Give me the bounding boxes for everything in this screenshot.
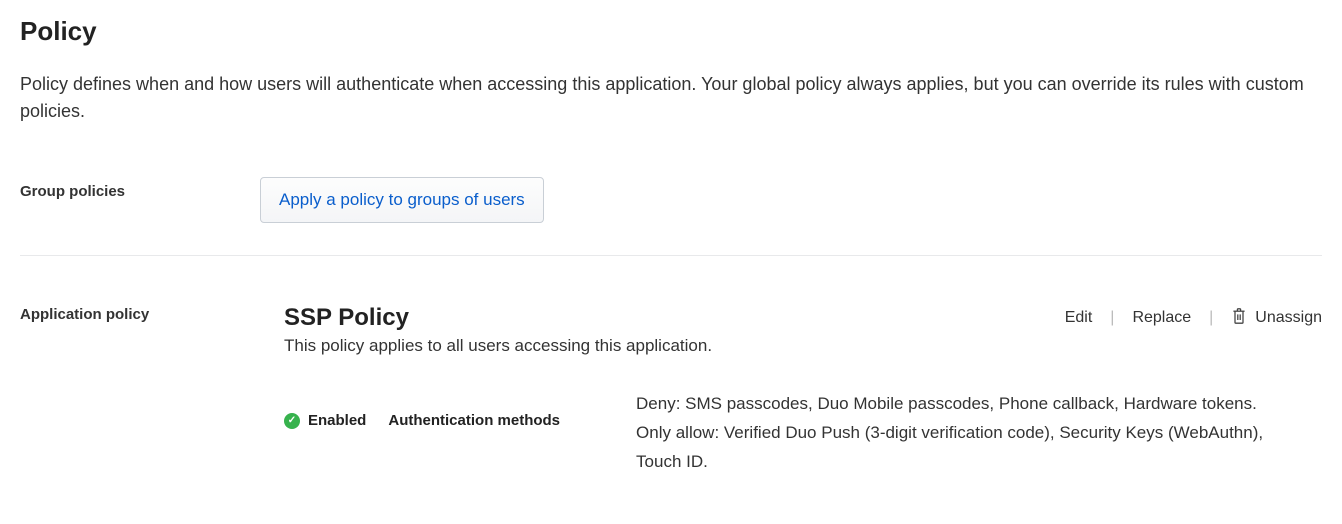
- group-policies-label: Group policies: [20, 177, 260, 200]
- policy-name: SSP Policy: [284, 304, 409, 332]
- status-badge: ✓ Enabled: [284, 412, 366, 429]
- application-policy-label: Application policy: [20, 304, 260, 323]
- application-policy-row: Application policy SSP Policy Edit | Rep…: [20, 304, 1322, 477]
- auth-methods-label: Authentication methods: [388, 412, 560, 429]
- page-description: Policy defines when and how users will a…: [20, 71, 1322, 125]
- replace-link[interactable]: Replace: [1132, 309, 1191, 327]
- divider: [20, 255, 1322, 256]
- page-title: Policy: [20, 16, 1322, 47]
- policy-actions: Edit | Replace | Unassign: [1065, 307, 1322, 330]
- unassign-label: Unassign: [1255, 309, 1322, 327]
- status-text: Enabled: [308, 412, 366, 429]
- check-circle-icon: ✓: [284, 413, 300, 429]
- unassign-link[interactable]: Unassign: [1231, 307, 1322, 330]
- edit-link[interactable]: Edit: [1065, 309, 1093, 327]
- policy-subtitle: This policy applies to all users accessi…: [284, 336, 1322, 356]
- group-policies-row: Group policies Apply a policy to groups …: [20, 177, 1322, 223]
- trash-icon: [1231, 307, 1247, 330]
- policy-details: ✓ Enabled Authentication methods Deny: S…: [284, 412, 1322, 477]
- policy-header: SSP Policy Edit | Replace |: [284, 304, 1322, 332]
- action-separator: |: [1209, 309, 1213, 327]
- apply-policy-button[interactable]: Apply a policy to groups of users: [260, 177, 544, 223]
- auth-methods-description: Deny: SMS passcodes, Duo Mobile passcode…: [636, 390, 1276, 477]
- action-separator: |: [1110, 309, 1114, 327]
